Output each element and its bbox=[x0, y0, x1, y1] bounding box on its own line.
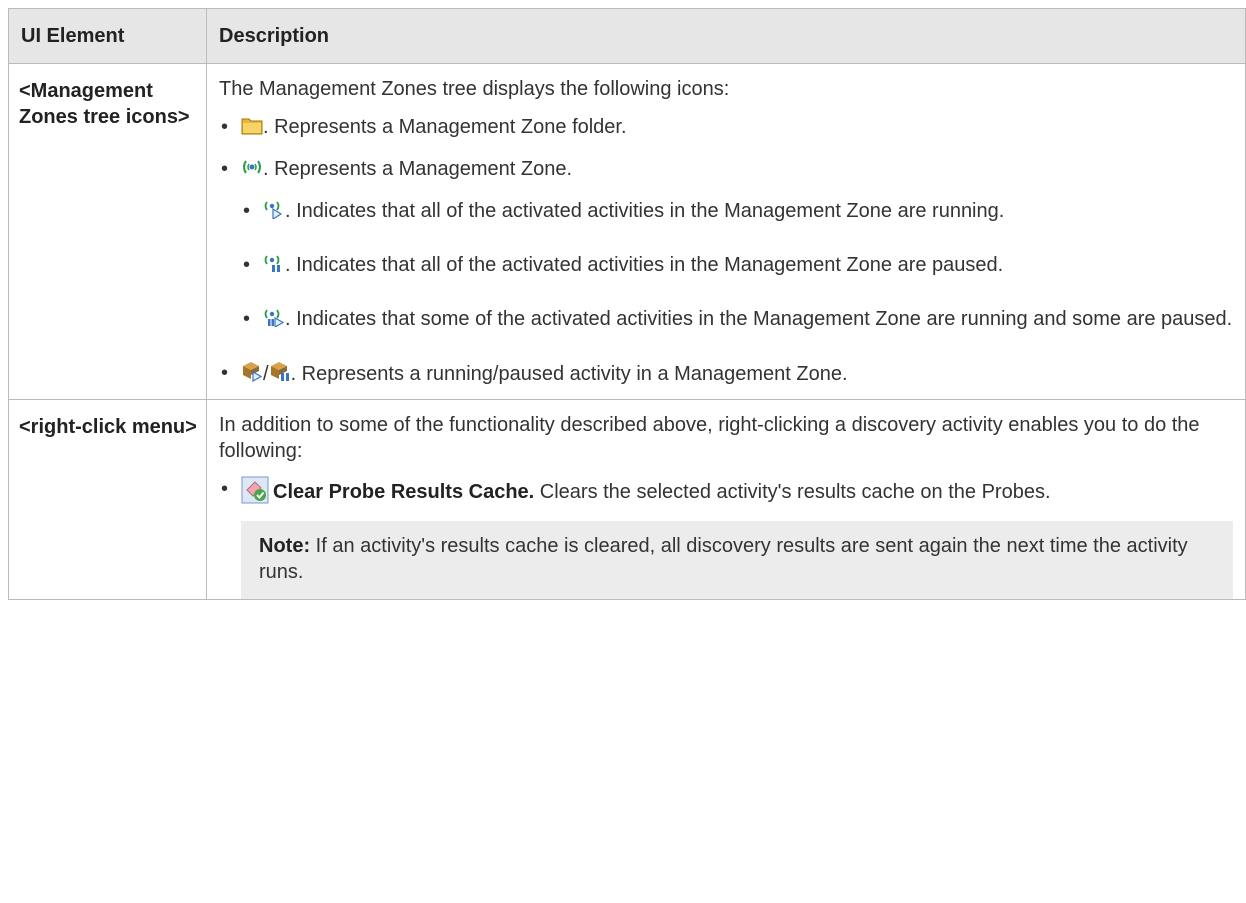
list-item: . Represents a Management Zone folder. bbox=[219, 114, 1233, 142]
zone-paused-icon bbox=[263, 253, 285, 280]
running-description: . Indicates that all of the activated ac… bbox=[285, 200, 1005, 222]
table-header-row: UI Element Description bbox=[8, 8, 1246, 64]
list-item: Clear Probe Results Cache. Clears the se… bbox=[219, 476, 1233, 511]
mixed-description: . Indicates that some of the activated a… bbox=[285, 308, 1233, 330]
list-item: . Indicates that all of the activated ac… bbox=[241, 252, 1233, 280]
activity-description: . Represents a running/paused activity i… bbox=[290, 363, 848, 385]
description-cell: In addition to some of the functionality… bbox=[206, 399, 1246, 600]
zone-running-icon bbox=[263, 199, 285, 226]
element-name-tree-icons: <Management Zones tree icons> bbox=[8, 63, 207, 400]
note-box: Note: If an activity's results cache is … bbox=[241, 521, 1233, 599]
list-item: . Represents a Management Zone. bbox=[219, 156, 1233, 334]
clear-cache-label: Clear Probe Results Cache. bbox=[273, 481, 535, 503]
list-item: . Indicates that some of the activated a… bbox=[241, 306, 1233, 334]
ui-element-table: UI Element Description <Management Zones… bbox=[8, 8, 1246, 600]
activity-paused-icon bbox=[269, 360, 291, 389]
note-label: Note: bbox=[259, 535, 311, 557]
row2-intro: In addition to some of the functionality… bbox=[219, 414, 1200, 462]
activity-running-icon bbox=[241, 360, 263, 389]
list-item: . Indicates that all of the activated ac… bbox=[241, 198, 1233, 226]
element-name-right-click-menu: <right-click menu> bbox=[8, 399, 207, 600]
zone-state-list: . Indicates that all of the activated ac… bbox=[241, 198, 1233, 334]
paused-description: . Indicates that all of the activated ac… bbox=[285, 254, 1004, 276]
management-zone-icon bbox=[241, 157, 263, 184]
clear-cache-description: Clears the selected activity's results c… bbox=[534, 481, 1051, 503]
table-row: <right-click menu> In addition to some o… bbox=[8, 399, 1246, 600]
menu-list: Clear Probe Results Cache. Clears the se… bbox=[219, 476, 1233, 511]
header-ui-element: UI Element bbox=[8, 8, 207, 64]
table-row: <Management Zones tree icons> The Manage… bbox=[8, 63, 1246, 400]
zone-description: . Represents a Management Zone. bbox=[263, 158, 573, 180]
folder-description: . Represents a Management Zone folder. bbox=[263, 116, 627, 138]
header-description: Description bbox=[206, 8, 1246, 64]
row1-intro: The Management Zones tree displays the f… bbox=[219, 78, 730, 100]
icon-list: . Represents a Management Zone folder. bbox=[219, 114, 1233, 389]
list-item: / . Represents a running/paused activity… bbox=[219, 360, 1233, 389]
description-cell: The Management Zones tree displays the f… bbox=[206, 63, 1246, 400]
clear-cache-icon bbox=[241, 476, 269, 511]
zone-mixed-icon bbox=[263, 307, 285, 334]
folder-icon bbox=[241, 115, 263, 142]
note-text: If an activity's results cache is cleare… bbox=[259, 535, 1188, 583]
